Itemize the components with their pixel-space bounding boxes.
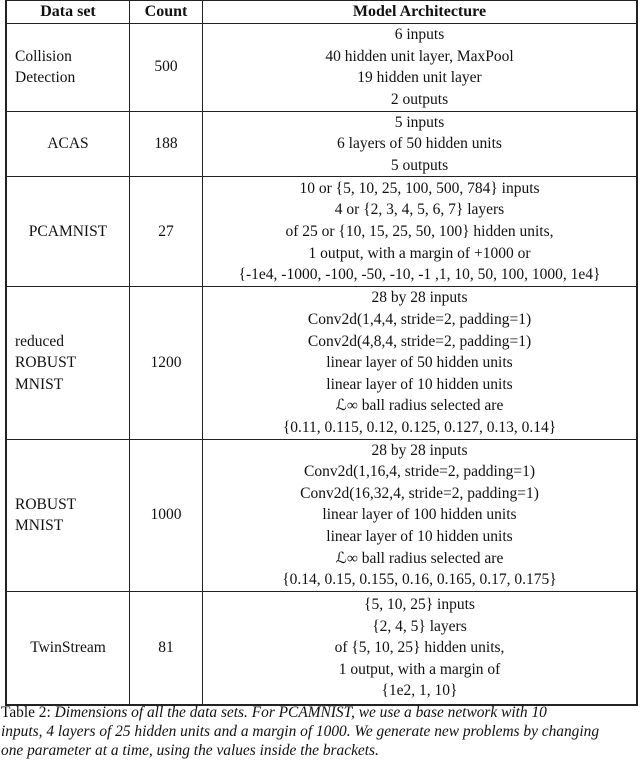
count-cell: 81 — [129, 590, 203, 706]
table-row: PCAMNIST 27 10 or {5, 10, 25, 100, 500, … — [5, 176, 638, 288]
dataset-cell: ROBUST MNIST — [5, 438, 130, 592]
architecture-line: 19 hidden unit layer — [357, 69, 482, 87]
architecture-line: {1e2, 1, 10} — [381, 682, 458, 700]
architecture-cell: 10 or {5, 10, 25, 100, 500, 784} inputs … — [202, 176, 638, 288]
architecture-line: 10 or {5, 10, 25, 100, 500, 784} inputs — [299, 179, 540, 197]
dataset-name-line: ACAS — [47, 135, 89, 153]
table-header-row: Data set Count Model Architecture — [5, 0, 638, 24]
dataset-name-line: MNIST — [15, 517, 64, 535]
architecture-cell: {5, 10, 25} inputs {2, 4, 5} layers of {… — [202, 590, 638, 706]
architecture-line: 5 outputs — [390, 156, 449, 174]
architecture-line: linear layer of 10 hidden units — [326, 375, 513, 393]
table-row: ROBUST MNIST 1000 28 by 28 inputs Conv2d… — [5, 438, 638, 592]
dataset-name-line: Collision — [15, 47, 72, 65]
dataset-cell: Collision Detection — [5, 22, 130, 112]
count-cell: 500 — [129, 22, 203, 112]
datasets-table: Data set Count Model Architecture Collis… — [5, 0, 638, 707]
count-cell: 27 — [129, 176, 203, 288]
architecture-line: {2, 4, 5} layers — [372, 617, 467, 635]
dataset-cell: TwinStream — [5, 590, 130, 706]
header-count: Count — [129, 0, 203, 24]
table-caption: Table 2: Dimensions of all the data sets… — [1, 703, 640, 761]
architecture-line: ℒ∞ ball radius selected are — [335, 549, 504, 567]
architecture-cell: 5 inputs 6 layers of 50 hidden units 5 o… — [202, 110, 638, 178]
header-architecture: Model Architecture — [202, 0, 638, 24]
dataset-name-line: MNIST — [15, 375, 64, 393]
architecture-line: 2 outputs — [390, 90, 449, 108]
architecture-line: 5 inputs — [394, 113, 445, 131]
caption-label: Table 2: — [1, 704, 51, 721]
dataset-name-line: ROBUST — [15, 354, 77, 372]
architecture-line: 4 or {2, 3, 4, 5, 6, 7} layers — [334, 201, 505, 219]
count-cell: 1000 — [129, 438, 203, 592]
architecture-line: Conv2d(4,8,4, stride=2, padding=1) — [307, 332, 532, 350]
architecture-line: linear layer of 50 hidden units — [326, 354, 513, 372]
architecture-cell: 28 by 28 inputs Conv2d(1,4,4, stride=2, … — [202, 286, 638, 440]
architecture-line: {-1e4, -1000, -100, -50, -10, -1 ,1, 10,… — [238, 266, 601, 284]
architecture-line: 28 by 28 inputs — [371, 289, 468, 307]
architecture-line: Conv2d(16,32,4, stride=2, padding=1) — [300, 484, 539, 502]
architecture-cell: 6 inputs 40 hidden unit layer, MaxPool 1… — [202, 22, 638, 112]
dataset-cell: PCAMNIST — [5, 176, 130, 288]
count-cell: 188 — [129, 110, 203, 178]
dataset-name-line: Detection — [15, 69, 76, 87]
count-cell: 1200 — [129, 286, 203, 440]
architecture-line: {0.14, 0.15, 0.155, 0.16, 0.165, 0.17, 0… — [282, 571, 557, 589]
architecture-line: linear layer of 100 hidden units — [322, 506, 517, 524]
architecture-cell: 28 by 28 inputs Conv2d(1,16,4, stride=2,… — [202, 438, 638, 592]
architecture-line: of 25 or {10, 15, 25, 50, 100} hidden un… — [285, 223, 554, 241]
architecture-line: {5, 10, 25} inputs — [364, 595, 475, 613]
architecture-line: 1 output, with a margin of — [338, 660, 501, 678]
dataset-name-line: PCAMNIST — [28, 223, 108, 241]
caption-line: inputs, 4 layers of 25 hidden units and … — [1, 723, 600, 741]
architecture-line: 6 layers of 50 hidden units — [337, 135, 502, 153]
dataset-cell: reduced ROBUST MNIST — [5, 286, 130, 440]
caption-line: Table 2: Dimensions of all the data sets… — [1, 703, 640, 722]
architecture-line: Conv2d(1,16,4, stride=2, padding=1) — [303, 463, 536, 481]
caption-text: Dimensions of all the data sets. For PCA… — [54, 704, 547, 721]
table-row: Collision Detection 500 6 inputs 40 hidd… — [5, 22, 638, 112]
architecture-line: 40 hidden unit layer, MaxPool — [325, 47, 514, 65]
architecture-line: 6 inputs — [394, 25, 445, 43]
caption-line: one parameter at a time, using the value… — [1, 742, 379, 760]
architecture-line: linear layer of 10 hidden units — [326, 527, 513, 545]
dataset-name-line: ROBUST — [15, 495, 77, 513]
header-dataset: Data set — [5, 0, 130, 24]
table-row: TwinStream 81 {5, 10, 25} inputs {2, 4, … — [5, 590, 638, 706]
architecture-line: {0.11, 0.115, 0.12, 0.125, 0.127, 0.13, … — [282, 418, 557, 436]
dataset-name-line: TwinStream — [30, 639, 106, 657]
architecture-line: of {5, 10, 25} hidden units, — [334, 639, 505, 657]
dataset-name-line: reduced — [15, 332, 65, 350]
table-row: reduced ROBUST MNIST 1200 28 by 28 input… — [5, 286, 638, 440]
architecture-line: 1 output, with a margin of +1000 or — [308, 244, 531, 262]
dataset-cell: ACAS — [5, 110, 130, 178]
architecture-line: 28 by 28 inputs — [371, 441, 468, 459]
table-row: ACAS 188 5 inputs 6 layers of 50 hidden … — [5, 110, 638, 178]
architecture-line: ℒ∞ ball radius selected are — [335, 397, 504, 415]
architecture-line: Conv2d(1,4,4, stride=2, padding=1) — [307, 310, 532, 328]
